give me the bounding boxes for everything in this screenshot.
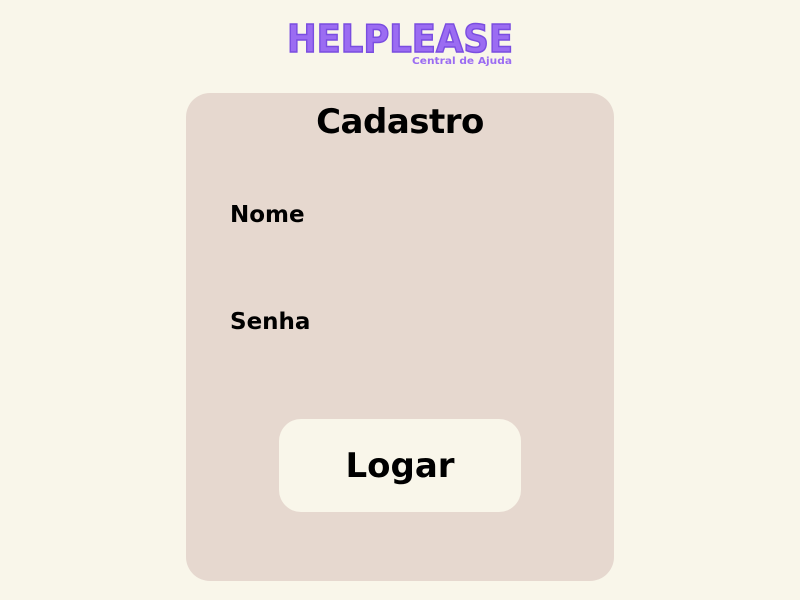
password-input[interactable] [230, 342, 570, 372]
logo-wordmark: HELPLEASE [287, 17, 513, 61]
name-label: Nome [230, 202, 305, 228]
helplease-logo: HELPLEASE Central de Ajuda [286, 16, 514, 67]
logo-tagline: Central de Ajuda [412, 56, 512, 67]
password-label: Senha [230, 309, 311, 335]
login-button[interactable]: Logar [279, 419, 521, 512]
signup-card: Cadastro Nome Senha Logar [186, 93, 614, 581]
form-title: Cadastro [316, 102, 484, 142]
name-input[interactable] [230, 235, 570, 265]
